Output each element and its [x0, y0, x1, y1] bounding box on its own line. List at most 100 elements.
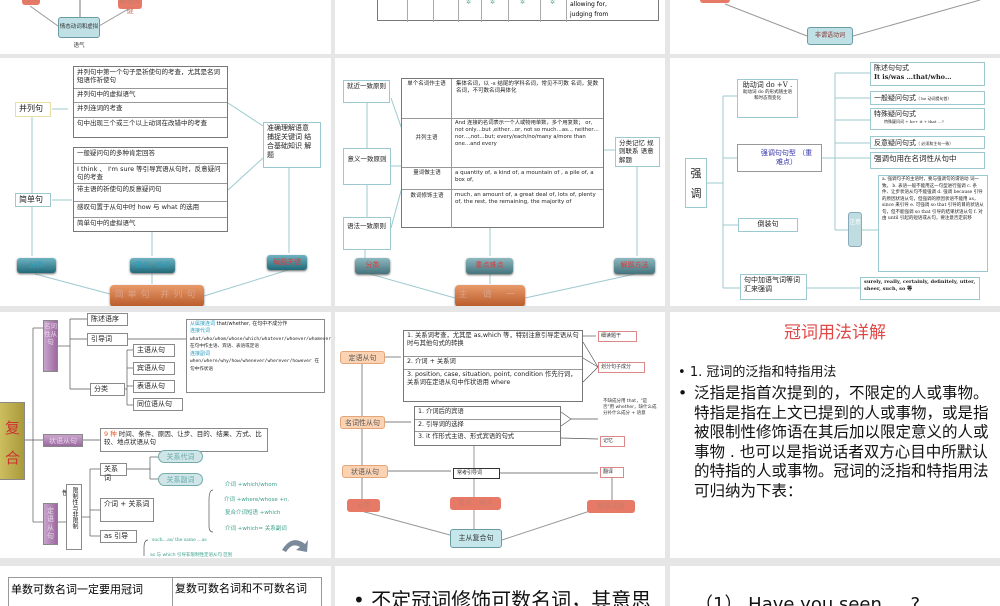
table-cell: 单数可数名词一定要用冠词: [11, 583, 143, 596]
as-item: as 与 which 引导非限制性定语从句 区别: [150, 553, 233, 558]
root-node-emphasis: 强 调: [685, 158, 707, 208]
rel-pron-pill: 关系代词: [158, 450, 203, 463]
slide-thumbnail-example[interactable]: （1） Have you seen ... ?: [670, 566, 1000, 606]
form-sub: 特殊疑问词 + be+ it + that …?: [884, 119, 944, 125]
tip-box: 细读题干: [598, 331, 637, 342]
adv-detail-box: 9 种 时间、条件、原因、让步、目的、结果、方式、比较、地点状语从句: [100, 428, 268, 452]
slide-title: 冠词用法详解: [784, 323, 886, 343]
adv-clause-node: 状语从句: [43, 434, 83, 447]
slide-thumbnail-agreement[interactable]: 就近一致原则 意义一致原则 语法一致原则 单个名词作主语 集体名词，以 -s 结…: [335, 58, 665, 306]
table-cell: 集体名词，以 -s 结尾的学科名词，常见不可数 名词，复数名词，不可数名词具体化: [456, 81, 599, 95]
notes-box: a. 强调句子的主语时，要与强调句的谓语动 词一致。 b. 表语一般不能用这一句…: [878, 175, 988, 272]
detail-text: when/where/why/how/whenever/wherever/how…: [190, 359, 320, 372]
table-row: 带主语的祈使句的反意疑问句: [74, 184, 227, 202]
gear-star-icon: ✲: [490, 0, 496, 6]
as-lead-box: as 引导: [100, 530, 137, 543]
adv-clause-node: 状语从句: [342, 465, 388, 478]
type-box: 宾语从句: [133, 362, 175, 375]
form-wh: 特殊疑问句式 特殊疑问词 + be+ it + that …?: [870, 108, 985, 130]
table-head: 数词修饰主语: [410, 193, 444, 199]
form-statement: 陈述句句式 It is/was …that/who…: [870, 62, 985, 86]
connective-box: 引导词: [87, 333, 128, 346]
table-row: I think 、 I'm sure 等引导宾语从句时，反意疑问句的考查: [74, 164, 227, 184]
rel-word-box: 关系词: [100, 463, 127, 482]
inversion-box: 倒装句: [738, 218, 798, 232]
table-cell: 复数可数名词和不可数名词: [175, 582, 307, 595]
slide-thumbnail-emphasis[interactable]: 强 调 助动词 do +V . 助动词 do 的形式随主语和时态而变化 强调句句…: [670, 58, 1000, 306]
slide-thumbnail-modal-verbs[interactable]: 分类 解题关键 情态动词和虚拟语气: [0, 0, 331, 54]
button-fenlei[interactable]: 分类: [355, 258, 390, 274]
aux-note: 助动词 do 的形式随主语和时态而变化: [743, 90, 792, 101]
slide-thumbnail-simple-compound[interactable]: 并列句中第一个句子是祈使句的考查，尤其是名词短语作祈使句 并列句中的虚拟语气 并…: [0, 58, 331, 306]
attr-clause-node: 定语从句: [340, 351, 385, 364]
connector-lines: [29, 0, 131, 27]
gear-star-icon: ✲: [466, 0, 472, 6]
table-row: 1. 介词后的宾语: [415, 407, 560, 420]
common-connective-box: 常考引导词: [453, 468, 500, 479]
attr-clause-node: 定语从句: [43, 503, 58, 545]
tip-box: 翻译: [600, 467, 624, 478]
slide-thumbnail-articles[interactable]: 冠词用法详解 • 1. 冠词的泛指和特指用法 • 泛指是指首次提到的，不限定的人或…: [670, 312, 1000, 558]
table-row: 感叹句置于从句中时 how 与 what 的选用: [74, 202, 227, 218]
center-node: 非谓语动词: [807, 27, 853, 45]
table-row: 1. 关系词考查，尤其是 as,which 等，特别注意引导定语从句时与其他句式…: [404, 331, 582, 357]
prep-item: 介词 +which/whom: [225, 482, 277, 488]
gear-star-icon: ✲: [550, 0, 556, 6]
table-row: 一般疑问句的多种肯定回答: [74, 148, 227, 164]
form-title: 反意疑问句式: [874, 139, 916, 147]
form-title: 陈述句句式: [874, 64, 909, 72]
button-jieti[interactable]: 解题方法: [614, 258, 655, 274]
button-jieti[interactable]: 解题关键: [267, 255, 307, 270]
cell-text: allowing for,: [570, 1, 607, 8]
table-row: 简单句中的虚拟语气: [77, 219, 136, 227]
center-node: 情态动词和虚拟语气: [58, 17, 100, 49]
table-cell: much, an amount of, a great deal of, lot…: [455, 192, 596, 206]
slide-thumbnail-main-subordinate[interactable]: 定语从句 名词性从句 状语从句 1. 关系词考查，尤其是 as,which 等，…: [335, 312, 665, 558]
root-node-complex: 复 合: [0, 402, 25, 480]
table-head: 量词做主语: [413, 170, 441, 176]
slide-thumbnail-indefinite-article[interactable]: • 不定冠词修饰可数名词，其意思: [335, 566, 665, 606]
button-zhongdian[interactable]: 重点、难点: [130, 258, 175, 273]
slide-thumbnail-article-table[interactable]: 单数可数名词一定要用冠词 复数可数名词和不可数名词: [0, 566, 331, 606]
form-noun-clause: 强调句用在名词性从句中: [870, 152, 985, 169]
type-box: 同位语从句: [133, 398, 183, 411]
modal-words-list: surely, really, certainly, definitely, u…: [860, 277, 980, 300]
button-jieti[interactable]: 解题关键: [587, 500, 635, 513]
gear-star-icon: ✲: [520, 0, 526, 6]
slide-thumbnail-nonfinite[interactable]: 非谓语动词: [670, 0, 1000, 54]
slide-thumbnail-table[interactable]: ✲ ✲ ✲ ✲ allowing for, judging from: [335, 0, 665, 54]
label-compound-sentence: 并列句: [15, 102, 51, 117]
rel-adv-pill: 关系副词: [158, 473, 203, 486]
noun-points-box: 1. 介词后的宾语 2. 引导词的选择 3. it 作形式主语、形式宾语的句式: [414, 406, 561, 446]
article-table: 单数可数名词一定要用冠词 复数可数名词和不可数名词: [8, 577, 322, 606]
form-yesno: 一般疑问句式（ be 动词提句首）: [870, 91, 985, 105]
table-row: 并列句中的虚拟语气: [74, 89, 227, 103]
example-text: （1） Have you seen ... ?: [695, 594, 921, 606]
button-fenlei[interactable]: 分类: [17, 258, 56, 273]
label-simple-sentence: 简单句: [15, 193, 51, 207]
prep-item: 介词 +where/whose +n.: [224, 497, 290, 503]
table-compound-points: 并列句中第一个句子是祈使句的考查，尤其是名词短语作祈使句 并列句中的虚拟语气 并…: [73, 66, 228, 138]
detail-text: that/whether, 在句中不成分作: [215, 321, 288, 327]
form-title: 特殊疑问句式: [874, 110, 916, 118]
table-fragment: ✲ ✲ ✲ ✲ allowing for, judging from: [377, 0, 659, 22]
noun-clause-node: 名词性从句: [340, 416, 385, 429]
center-node: 主 谓 一 致: [455, 285, 525, 306]
detail-text: what/who/whom/whose/which/whatever/whoev…: [190, 336, 331, 350]
form-sub: It is/was …that/who…: [874, 73, 952, 82]
rule-proximity: 就近一致原则: [343, 80, 390, 103]
button-zhongdian[interactable]: 重点、难点: [450, 497, 501, 510]
button-zhongdian[interactable]: 重点难点: [466, 258, 513, 274]
form-sub: （ be 动词提句首）: [916, 96, 952, 101]
prep-item: 介词 +which= 关系副词: [225, 526, 287, 532]
aux-do-box: 助动词 do +V . 助动词 do 的形式随主语和时态而变化: [737, 79, 798, 118]
table-row: 并列连词的考查: [74, 103, 227, 118]
modal-words-box: 句中加语气词等词汇来强调: [740, 274, 807, 300]
bullet-item: • 1. 冠词的泛指和特指用法: [678, 365, 837, 380]
slide-thumbnail-complex-sentence[interactable]: 复 合 名词性从句 状语从句 定语从句 陈述语序 引导词 分类 主语从句 宾语从…: [0, 312, 331, 558]
button-fenlei[interactable]: 分类: [347, 499, 380, 512]
form-sub: （ 必须和主句一致）: [916, 141, 954, 146]
bullet-item: • 不定冠词修饰可数名词，其意思: [353, 584, 651, 606]
table-row: 2. 引导词的选择: [415, 420, 560, 432]
table-row: 2. 介词 + 关系词: [404, 357, 582, 370]
